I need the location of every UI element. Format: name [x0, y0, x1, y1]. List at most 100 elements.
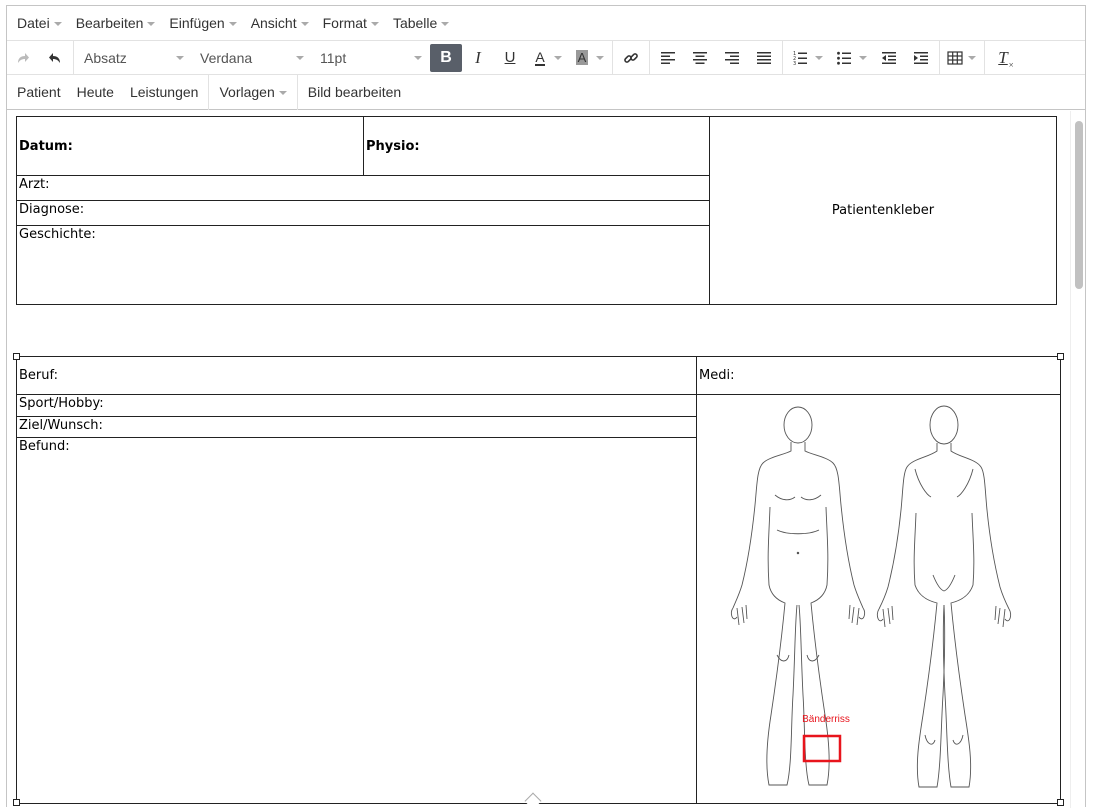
font-family-select[interactable]: Verdana [192, 44, 312, 72]
link-button[interactable] [615, 44, 647, 72]
menu-datei[interactable]: Datei [10, 6, 69, 40]
menu-tabelle[interactable]: Tabelle [386, 6, 456, 40]
chevron-down-icon [815, 56, 823, 60]
block-format-value: Absatz [84, 49, 127, 66]
numbered-list-button[interactable]: 123 [785, 44, 815, 72]
patient-header-table: Datum: Physio: Patientenkleber Arzt: Dia… [16, 116, 1057, 305]
text-color-splitbutton[interactable]: A [526, 44, 568, 72]
chevron-down-icon [176, 56, 184, 60]
align-center-button[interactable] [684, 44, 716, 72]
chevron-down-icon [300, 21, 309, 26]
resize-handle-nw[interactable] [13, 353, 20, 360]
sport-cell[interactable]: Sport/Hobby: [16, 394, 697, 417]
chevron-down-icon [968, 56, 976, 60]
chevron-down-icon [554, 56, 562, 60]
toolbar-separator [782, 40, 783, 75]
heute-label: Heute [76, 84, 114, 100]
italic-button[interactable]: I [462, 44, 494, 72]
text-color-button[interactable]: A [526, 44, 554, 72]
toolbar-separator [296, 74, 298, 110]
undo-icon [49, 52, 60, 63]
menu-bearbeiten[interactable]: Bearbeiten [69, 6, 163, 40]
patientenkleber-label: Patientenkleber [831, 203, 935, 218]
resize-handle-se[interactable] [1057, 799, 1064, 806]
menu-ansicht[interactable]: Ansicht [244, 6, 316, 40]
table-splitbutton[interactable] [942, 44, 982, 72]
align-justify-icon [757, 51, 771, 64]
diagnose-cell[interactable]: Diagnose: [16, 200, 710, 226]
chevron-down-icon [53, 21, 62, 26]
patientenkleber-cell[interactable]: Patientenkleber [709, 116, 1057, 305]
redo-icon [18, 52, 29, 63]
align-right-icon [725, 51, 739, 64]
align-center-icon [693, 51, 707, 64]
bild-bearbeiten-button[interactable]: Bild bearbeiten [300, 75, 409, 109]
block-format-select[interactable]: Absatz [76, 44, 192, 72]
physio-cell[interactable]: Physio: [363, 116, 710, 176]
geschichte-cell[interactable]: Geschichte: [16, 225, 710, 305]
clear-formatting-icon: T × [998, 47, 1014, 70]
document-area[interactable]: Datum: Physio: Patientenkleber Arzt: Dia… [7, 111, 1071, 808]
bold-button[interactable]: B [430, 43, 462, 72]
arzt-cell[interactable]: Arzt: [16, 175, 710, 201]
vertical-scrollbar[interactable] [1070, 111, 1085, 808]
beruf-label: Beruf: [19, 368, 58, 383]
underline-icon: U [504, 49, 516, 66]
bold-icon: B [440, 48, 452, 66]
align-justify-button[interactable] [748, 44, 780, 72]
table-button[interactable] [942, 44, 968, 72]
clear-formatting-button[interactable]: T × [987, 44, 1019, 72]
geschichte-label: Geschichte: [19, 227, 96, 242]
leistungen-label: Leistungen [129, 84, 199, 100]
body-chart-image[interactable]: Bänderriss [697, 395, 1059, 800]
chevron-down-icon [296, 56, 304, 60]
outdent-button[interactable] [873, 44, 905, 72]
chevron-down-icon [596, 56, 604, 60]
link-icon [624, 52, 638, 63]
menubar: Datei Bearbeiten Einfügen Ansicht Format… [7, 6, 1085, 41]
physio-label: Physio: [366, 138, 420, 154]
heute-button[interactable]: Heute [69, 75, 122, 109]
resize-handle-ne[interactable] [1057, 353, 1064, 360]
vorlagen-menu[interactable]: Vorlagen [211, 75, 294, 109]
undo-button[interactable] [39, 44, 71, 72]
body-diagram-cell[interactable]: Bänderriss [696, 394, 1061, 804]
svg-text:3: 3 [793, 61, 796, 66]
resize-handle-sw[interactable] [13, 799, 20, 806]
underline-button[interactable]: U [494, 44, 526, 72]
italic-icon: I [475, 47, 481, 67]
chevron-down-icon [147, 21, 156, 26]
medi-cell[interactable]: Medi: [696, 356, 1061, 395]
bullet-list-button[interactable] [829, 44, 859, 72]
background-color-button[interactable]: A [568, 44, 596, 72]
align-left-button[interactable] [652, 44, 684, 72]
redo-button[interactable] [7, 44, 39, 72]
sport-label: Sport/Hobby: [19, 396, 104, 411]
bullet-list-splitbutton[interactable] [829, 44, 873, 72]
scrollbar-thumb[interactable] [1075, 121, 1083, 289]
annotation-box [802, 734, 842, 763]
befund-label: Befund: [19, 439, 70, 454]
menu-label: Bearbeiten [75, 15, 144, 31]
menu-einfuegen[interactable]: Einfügen [162, 6, 243, 40]
chevron-down-icon [228, 21, 237, 26]
table-icon [947, 50, 963, 65]
ziel-cell[interactable]: Ziel/Wunsch: [16, 416, 697, 438]
menu-label: Format [322, 15, 367, 31]
datum-cell[interactable]: Datum: [16, 116, 364, 176]
numbered-list-splitbutton[interactable]: 123 [785, 44, 829, 72]
befund-cell[interactable]: Befund: [16, 437, 697, 804]
indent-button[interactable] [905, 44, 937, 72]
font-size-select[interactable]: 11pt [312, 44, 430, 72]
indent-icon [914, 51, 928, 64]
background-color-icon: A [575, 50, 589, 65]
menu-format[interactable]: Format [316, 6, 386, 40]
ziel-label: Ziel/Wunsch: [19, 418, 103, 433]
leistungen-button[interactable]: Leistungen [122, 75, 207, 109]
text-color-icon: A [535, 48, 545, 66]
font-size-value: 11pt [320, 49, 347, 66]
align-right-button[interactable] [716, 44, 748, 72]
patient-button[interactable]: Patient [9, 75, 69, 109]
background-color-splitbutton[interactable]: A [568, 44, 610, 72]
beruf-cell[interactable]: Beruf: [16, 356, 697, 395]
